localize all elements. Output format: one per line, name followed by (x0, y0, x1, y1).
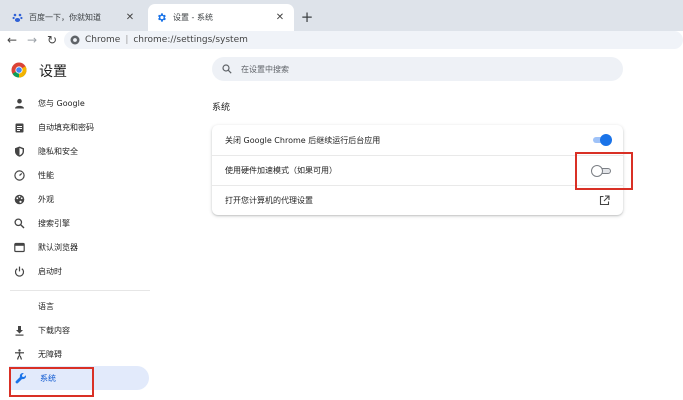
sidebar-item-label: 无障碍 (38, 349, 62, 359)
sidebar-divider (10, 290, 150, 291)
search-icon (222, 64, 232, 74)
close-icon[interactable]: ✕ (274, 12, 286, 24)
search-placeholder: 在设置中搜索 (241, 64, 289, 74)
person-icon (13, 97, 25, 109)
tab-title: 百度一下，你就知道 (29, 13, 101, 22)
sidebar-item-label: 隐私和安全 (38, 146, 78, 156)
reload-icon[interactable]: ↻ (44, 32, 60, 48)
sidebar-item-label: 默认浏览器 (38, 242, 78, 252)
back-arrow-icon[interactable]: ← (4, 32, 20, 48)
setting-label: 关闭 Google Chrome 后继续运行后台应用 (225, 135, 381, 145)
forward-arrow-icon[interactable]: → (24, 32, 40, 48)
setting-row-proxy-settings[interactable]: 打开您计算机的代理设置 (212, 185, 623, 215)
search-icon (13, 217, 25, 229)
chrome-logo-icon (70, 35, 80, 45)
address-bar[interactable]: Chrome | chrome://settings/system (64, 31, 683, 49)
system-settings-card: 关闭 Google Chrome 后继续运行后台应用 使用硬件加速模式（如果可用… (212, 125, 623, 215)
sidebar-item-label: 启动时 (38, 266, 62, 276)
tab-title: 设置 - 系统 (173, 13, 213, 22)
tab-settings[interactable]: 设置 - 系统 ✕ (148, 4, 294, 31)
sidebar-item-label: 语言 (38, 301, 54, 311)
sidebar-item-you-and-google[interactable]: 您与 Google (7, 91, 149, 115)
url-scheme-label: Chrome (85, 35, 121, 45)
sidebar-item-accessibility[interactable]: 无障碍 (7, 342, 149, 366)
chrome-logo-icon (11, 62, 27, 78)
toolbar: ← → ↻ Chrome | chrome://settings/system (0, 31, 683, 51)
speedometer-icon (13, 169, 25, 181)
sidebar-item-appearance[interactable]: 外观 (7, 187, 149, 211)
baidu-paw-icon (12, 12, 23, 23)
sidebar-item-label: 外观 (38, 194, 54, 204)
sidebar-item-performance[interactable]: 性能 (7, 163, 149, 187)
sidebar: 您与 Google 自动填充和密码 隐私和安全 性能 外观 搜索引擎 默认浏览器… (0, 91, 150, 400)
sidebar-item-label: 您与 Google (38, 98, 85, 108)
palette-icon (13, 193, 25, 205)
sidebar-item-languages[interactable]: 语言 (7, 294, 149, 318)
close-icon[interactable]: ✕ (124, 12, 136, 24)
download-icon (13, 324, 25, 336)
hardware-acceleration-toggle[interactable] (591, 164, 611, 177)
setting-row-hardware-acceleration[interactable]: 使用硬件加速模式（如果可用） (212, 155, 623, 185)
sidebar-item-label: 搜索引擎 (38, 218, 70, 228)
tab-strip: 百度一下，你就知道 ✕ 设置 - 系统 ✕ + (0, 0, 683, 31)
sidebar-item-autofill[interactable]: 自动填充和密码 (7, 115, 149, 139)
setting-label: 使用硬件加速模式（如果可用） (225, 166, 337, 175)
sidebar-item-system[interactable]: 系统 (9, 366, 149, 390)
settings-header: 设置 在设置中搜索 (0, 51, 683, 91)
setting-row-background-apps[interactable]: 关闭 Google Chrome 后继续运行后台应用 (212, 125, 623, 155)
setting-label: 打开您计算机的代理设置 (225, 196, 313, 205)
accessibility-icon (13, 348, 25, 360)
section-title: 系统 (212, 103, 231, 113)
tab-baidu[interactable]: 百度一下，你就知道 ✕ (4, 4, 144, 31)
new-tab-button[interactable]: + (298, 8, 316, 26)
sidebar-item-search-engine[interactable]: 搜索引擎 (7, 211, 149, 235)
sidebar-item-label: 自动填充和密码 (38, 122, 94, 132)
settings-search-input[interactable]: 在设置中搜索 (212, 57, 623, 81)
page-title: 设置 (39, 64, 67, 80)
browser-window-icon (13, 241, 25, 253)
sidebar-item-label: 下载内容 (38, 325, 70, 335)
wrench-icon (15, 372, 27, 384)
main-content: 系统 (212, 100, 623, 121)
power-icon (13, 265, 25, 277)
sidebar-item-label: 性能 (38, 170, 54, 180)
sidebar-item-default-browser[interactable]: 默认浏览器 (7, 235, 149, 259)
settings-gear-icon (156, 12, 167, 23)
language-icon (13, 300, 25, 312)
background-apps-toggle[interactable] (591, 134, 612, 146)
sidebar-item-downloads[interactable]: 下载内容 (7, 318, 149, 342)
sidebar-item-on-startup[interactable]: 启动时 (7, 259, 149, 283)
sidebar-item-label: 系统 (40, 373, 56, 383)
url-text: chrome://settings/system (133, 35, 248, 45)
url-separator: | (125, 35, 129, 45)
external-link-icon[interactable] (599, 195, 610, 206)
sidebar-item-privacy[interactable]: 隐私和安全 (7, 139, 149, 163)
shield-icon (13, 145, 25, 157)
clipboard-icon (13, 121, 25, 133)
